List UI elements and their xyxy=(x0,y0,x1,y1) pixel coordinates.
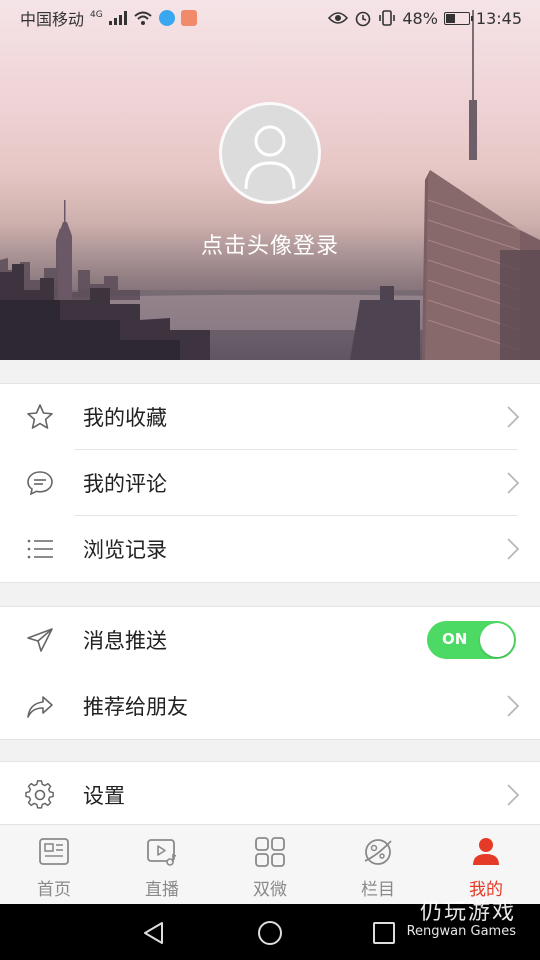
tab-label: 直播 xyxy=(145,880,179,900)
user-placeholder-icon xyxy=(244,125,296,190)
chevron-right-icon xyxy=(507,472,520,494)
star-icon xyxy=(27,404,53,429)
tab-home[interactable]: 首页 xyxy=(0,825,108,904)
home-icon[interactable] xyxy=(256,919,284,947)
clock: 13:45 xyxy=(475,8,522,28)
menu-item-recommend[interactable]: 推荐给朋友 xyxy=(0,673,540,739)
chevron-right-icon xyxy=(507,538,520,560)
gear-icon xyxy=(25,780,54,809)
menu-item-label: 设置 xyxy=(83,784,125,808)
eye-comfort-icon xyxy=(328,12,349,24)
grid-icon xyxy=(255,837,285,867)
planet-icon xyxy=(364,839,392,865)
chevron-right-icon xyxy=(507,784,520,806)
vibrate-icon xyxy=(379,10,396,26)
tab-social[interactable]: 双微 xyxy=(216,825,324,904)
bottom-tab-bar: 首页 直播 双微 栏目 我的 xyxy=(0,824,540,904)
back-icon[interactable] xyxy=(140,919,168,947)
push-notification-toggle[interactable]: ON xyxy=(427,621,516,659)
menu-item-label: 我的收藏 xyxy=(83,406,167,430)
menu-group-notifications: 消息推送 ON 推荐给朋友 xyxy=(0,606,540,740)
tab-live[interactable]: 直播 xyxy=(108,825,216,904)
tab-columns[interactable]: 栏目 xyxy=(324,825,432,904)
menu-item-favorites[interactable]: 我的收藏 xyxy=(0,384,540,450)
tab-label: 首页 xyxy=(37,880,71,900)
wifi-icon xyxy=(134,11,152,25)
menu-item-label: 推荐给朋友 xyxy=(83,695,188,719)
profile-header: 点击头像登录 xyxy=(0,0,540,360)
menu-item-label: 我的评论 xyxy=(83,472,167,496)
video-app-notification-icon xyxy=(158,10,175,26)
carrier-label: 中国移动 xyxy=(20,10,85,29)
menu-item-comments[interactable]: 我的评论 xyxy=(0,450,540,516)
toggle-knob xyxy=(480,623,514,657)
status-bar: 中国移动 4G 48% 13:45 xyxy=(0,0,540,36)
login-prompt[interactable]: 点击头像登录 xyxy=(0,228,540,260)
list-icon xyxy=(27,539,53,559)
alarm-icon xyxy=(356,11,371,27)
chevron-right-icon xyxy=(507,695,520,717)
signal-icon xyxy=(108,11,127,25)
send-icon xyxy=(27,628,53,652)
menu-group-personal: 我的收藏 我的评论 浏览记录 xyxy=(0,383,540,583)
network-type: 4G xyxy=(90,10,103,20)
avatar-button[interactable] xyxy=(219,102,321,204)
comment-icon xyxy=(27,471,53,496)
battery-icon xyxy=(443,11,473,25)
live-video-icon xyxy=(147,839,177,866)
menu-item-settings[interactable]: 设置 xyxy=(0,762,540,828)
tab-mine[interactable]: 我的 xyxy=(432,825,540,904)
watermark-main: 仍玩游戏 xyxy=(419,900,516,925)
battery-percent: 48% xyxy=(402,8,438,28)
chevron-right-icon xyxy=(507,406,520,428)
tab-label: 双微 xyxy=(253,880,287,900)
recents-icon[interactable] xyxy=(370,919,398,947)
menu-item-label: 消息推送 xyxy=(83,629,167,653)
watermark-sub: Rengwan Games xyxy=(406,924,516,939)
news-icon xyxy=(39,838,69,865)
menu-item-history[interactable]: 浏览记录 xyxy=(0,516,540,582)
menu-item-push-notifications: 消息推送 ON xyxy=(0,607,540,673)
user-icon xyxy=(473,838,499,865)
tab-label: 栏目 xyxy=(361,880,395,900)
share-icon xyxy=(27,696,53,718)
menu-item-label: 浏览记录 xyxy=(83,538,167,562)
toggle-state-label: ON xyxy=(442,630,468,648)
map-app-notification-icon xyxy=(180,10,197,26)
menu-group-settings: 设置 xyxy=(0,761,540,828)
